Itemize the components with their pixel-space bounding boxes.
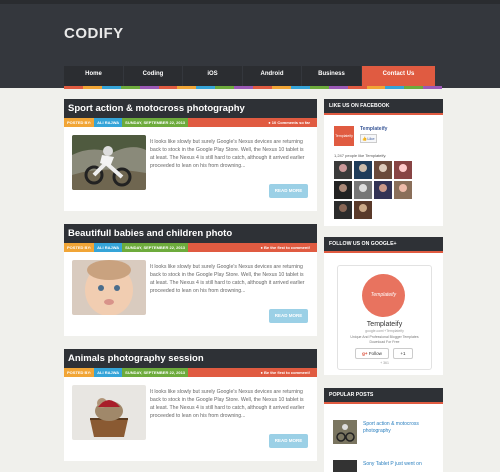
fan-avatars xyxy=(334,161,434,226)
facebook-widget-title: LIKE US ON FACEBOOK xyxy=(324,99,443,115)
post-title[interactable]: Sport action & motocross photography xyxy=(64,99,317,118)
google-follow-button[interactable]: g+ Follow xyxy=(355,348,389,359)
google-plus-name[interactable]: Templateify xyxy=(338,321,431,328)
post-author[interactable]: ALI RAJWA xyxy=(94,118,123,127)
google-plus-widget-title: FOLLOW US ON GOOGLE+ xyxy=(324,237,443,253)
facebook-like-button[interactable]: 👍Like xyxy=(360,134,377,143)
popular-post-link[interactable]: Sport action & motocross photography xyxy=(363,421,433,434)
header-topline xyxy=(0,0,500,4)
post-excerpt: It looks like slowly but surely Google's… xyxy=(150,139,305,169)
read-more-button[interactable]: READ MORE xyxy=(269,309,308,323)
post-excerpt: It looks like slowly but surely Google's… xyxy=(150,389,305,419)
comment-icon: ● xyxy=(260,245,263,250)
post-card: Sport action & motocross photography POS… xyxy=(64,99,317,211)
post-meta: POSTED BY: ALI RAJWA SUNDAY, SEPTEMBER 2… xyxy=(64,368,317,377)
comment-icon: ● xyxy=(268,120,271,125)
google-plus-badge: Templateify Templateify google.com/+Temp… xyxy=(337,265,432,370)
posted-by-label: POSTED BY: xyxy=(64,368,95,377)
google-plus-avatar[interactable]: Templateify xyxy=(362,274,405,317)
nav-ios[interactable]: iOS xyxy=(183,66,242,86)
facebook-people-count: 1,247 people like Templateify. xyxy=(334,153,387,158)
popular-post-link[interactable]: Sony Tablet P just went on xyxy=(363,461,433,467)
comments-link[interactable]: ● Be the first to comment! xyxy=(257,368,313,377)
read-more-button[interactable]: READ MORE xyxy=(269,434,308,448)
baby-thumbnail[interactable] xyxy=(72,260,146,315)
facebook-widget: LIKE US ON FACEBOOK Templateify Template… xyxy=(324,99,443,226)
popular-posts-title: POPULAR POSTS xyxy=(324,388,443,404)
nav-business[interactable]: Business xyxy=(302,66,361,86)
google-plus-url: google.com/+Templateify xyxy=(365,329,404,333)
fan-avatar-grid[interactable] xyxy=(334,161,412,219)
comment-icon: ● xyxy=(260,370,263,375)
post-excerpt: It looks like slowly but surely Google's… xyxy=(150,264,305,294)
nav-home[interactable]: Home xyxy=(64,66,123,86)
posted-by-label: POSTED BY: xyxy=(64,118,95,127)
google-plus-count: + 361 xyxy=(380,361,389,365)
post-date: SUNDAY, SEPTEMBER 22, 2013 xyxy=(122,243,189,252)
post-date: SUNDAY, SEPTEMBER 22, 2013 xyxy=(122,368,189,377)
post-author[interactable]: ALI RAJWA xyxy=(94,368,123,377)
nav-color-stripe xyxy=(64,86,443,89)
popular-post-thumbnail[interactable] xyxy=(333,460,357,472)
nav-android[interactable]: Android xyxy=(243,66,301,86)
posted-by-label: POSTED BY: xyxy=(64,243,95,252)
nav-coding[interactable]: Coding xyxy=(124,66,182,86)
post-title[interactable]: Beautifull babies and children photo xyxy=(64,224,317,243)
site-logo[interactable]: CODIFY xyxy=(64,25,124,42)
comments-link[interactable]: ● Be the first to comment! xyxy=(257,243,313,252)
main-nav: Home Coding iOS Android Business Contact… xyxy=(64,66,442,86)
post-meta: POSTED BY: ALI RAJWA SUNDAY, SEPTEMBER 2… xyxy=(64,243,317,252)
google-plus-widget: FOLLOW US ON GOOGLE+ Templateify Templat… xyxy=(324,237,443,375)
post-card: Beautifull babies and children photo POS… xyxy=(64,224,317,336)
animals-thumbnail[interactable] xyxy=(72,385,146,440)
facebook-page-name[interactable]: Templateify xyxy=(360,126,387,132)
post-meta: POSTED BY: ALI RAJWA SUNDAY, SEPTEMBER 2… xyxy=(64,118,317,127)
read-more-button[interactable]: READ MORE xyxy=(269,184,308,198)
post-author[interactable]: ALI RAJWA xyxy=(94,243,123,252)
motocross-thumbnail[interactable] xyxy=(72,135,146,190)
popular-post-thumbnail[interactable] xyxy=(333,420,357,444)
post-title[interactable]: Animals photography session xyxy=(64,349,317,368)
popular-posts-widget: POPULAR POSTS Sport action & motocross p… xyxy=(324,388,443,472)
post-date: SUNDAY, SEPTEMBER 22, 2013 xyxy=(122,118,189,127)
comments-link[interactable]: ● 10 Comments so far xyxy=(265,118,313,127)
google-plus-tagline: Unique And Professional Blogger Template… xyxy=(350,335,419,344)
plus-one-button[interactable]: +1 xyxy=(393,348,413,359)
page-avatar[interactable]: Templateify xyxy=(334,126,354,146)
nav-contact-us[interactable]: Contact Us xyxy=(362,66,435,86)
post-card: Animals photography session POSTED BY: A… xyxy=(64,349,317,461)
google-g-icon: g+ xyxy=(362,351,369,356)
